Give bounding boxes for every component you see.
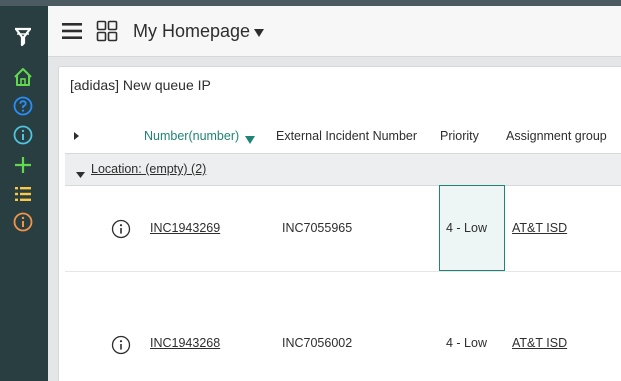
widget-title: [adidas] New queue IP [70,77,211,93]
external-incident-number: INC7055965 [282,221,353,235]
column-header-number[interactable]: Number(number) [144,129,239,143]
chevron-down-icon[interactable] [253,25,265,37]
incident-number-link[interactable]: INC1943268 [150,336,220,350]
record-info-icon[interactable] [111,335,131,355]
filter-icon[interactable] [11,24,35,48]
collapse-group-icon[interactable] [76,166,85,184]
dashboard-grid-icon[interactable] [96,20,118,42]
column-header-external-incident-number[interactable]: External Incident Number [276,129,417,143]
help-icon[interactable] [11,94,35,118]
alert-icon[interactable] [11,210,35,234]
menu-icon[interactable] [61,21,83,41]
assignment-group-link[interactable]: AT&T ISD [512,336,567,350]
column-header-priority[interactable]: Priority [440,129,479,143]
external-incident-number: INC7056002 [282,336,353,350]
record-info-icon[interactable] [111,219,131,239]
left-icon-rail [0,6,48,381]
list-widget: [adidas] New queue IP Number(number) Ext… [58,66,621,381]
list-icon[interactable] [11,182,35,206]
page-title[interactable]: My Homepage [133,20,250,42]
group-row[interactable]: Location: (empty) (2) [65,153,621,186]
plus-icon[interactable] [11,153,35,177]
group-label-location[interactable]: Location: (empty) (2) [91,162,206,176]
incident-number-link[interactable]: INC1943269 [150,221,220,235]
sort-descending-icon[interactable] [245,132,255,150]
assignment-group-link[interactable]: AT&T ISD [512,221,567,235]
homepage-header: My Homepage [48,6,621,57]
row-divider [65,271,621,272]
priority-value[interactable]: 4 - Low [446,336,487,350]
column-header-assignment-group[interactable]: Assignment group [506,129,607,143]
priority-value[interactable]: 4 - Low [446,221,487,235]
expand-all-icon[interactable] [72,129,80,147]
home-icon[interactable] [11,65,35,89]
info-icon[interactable] [11,123,35,147]
